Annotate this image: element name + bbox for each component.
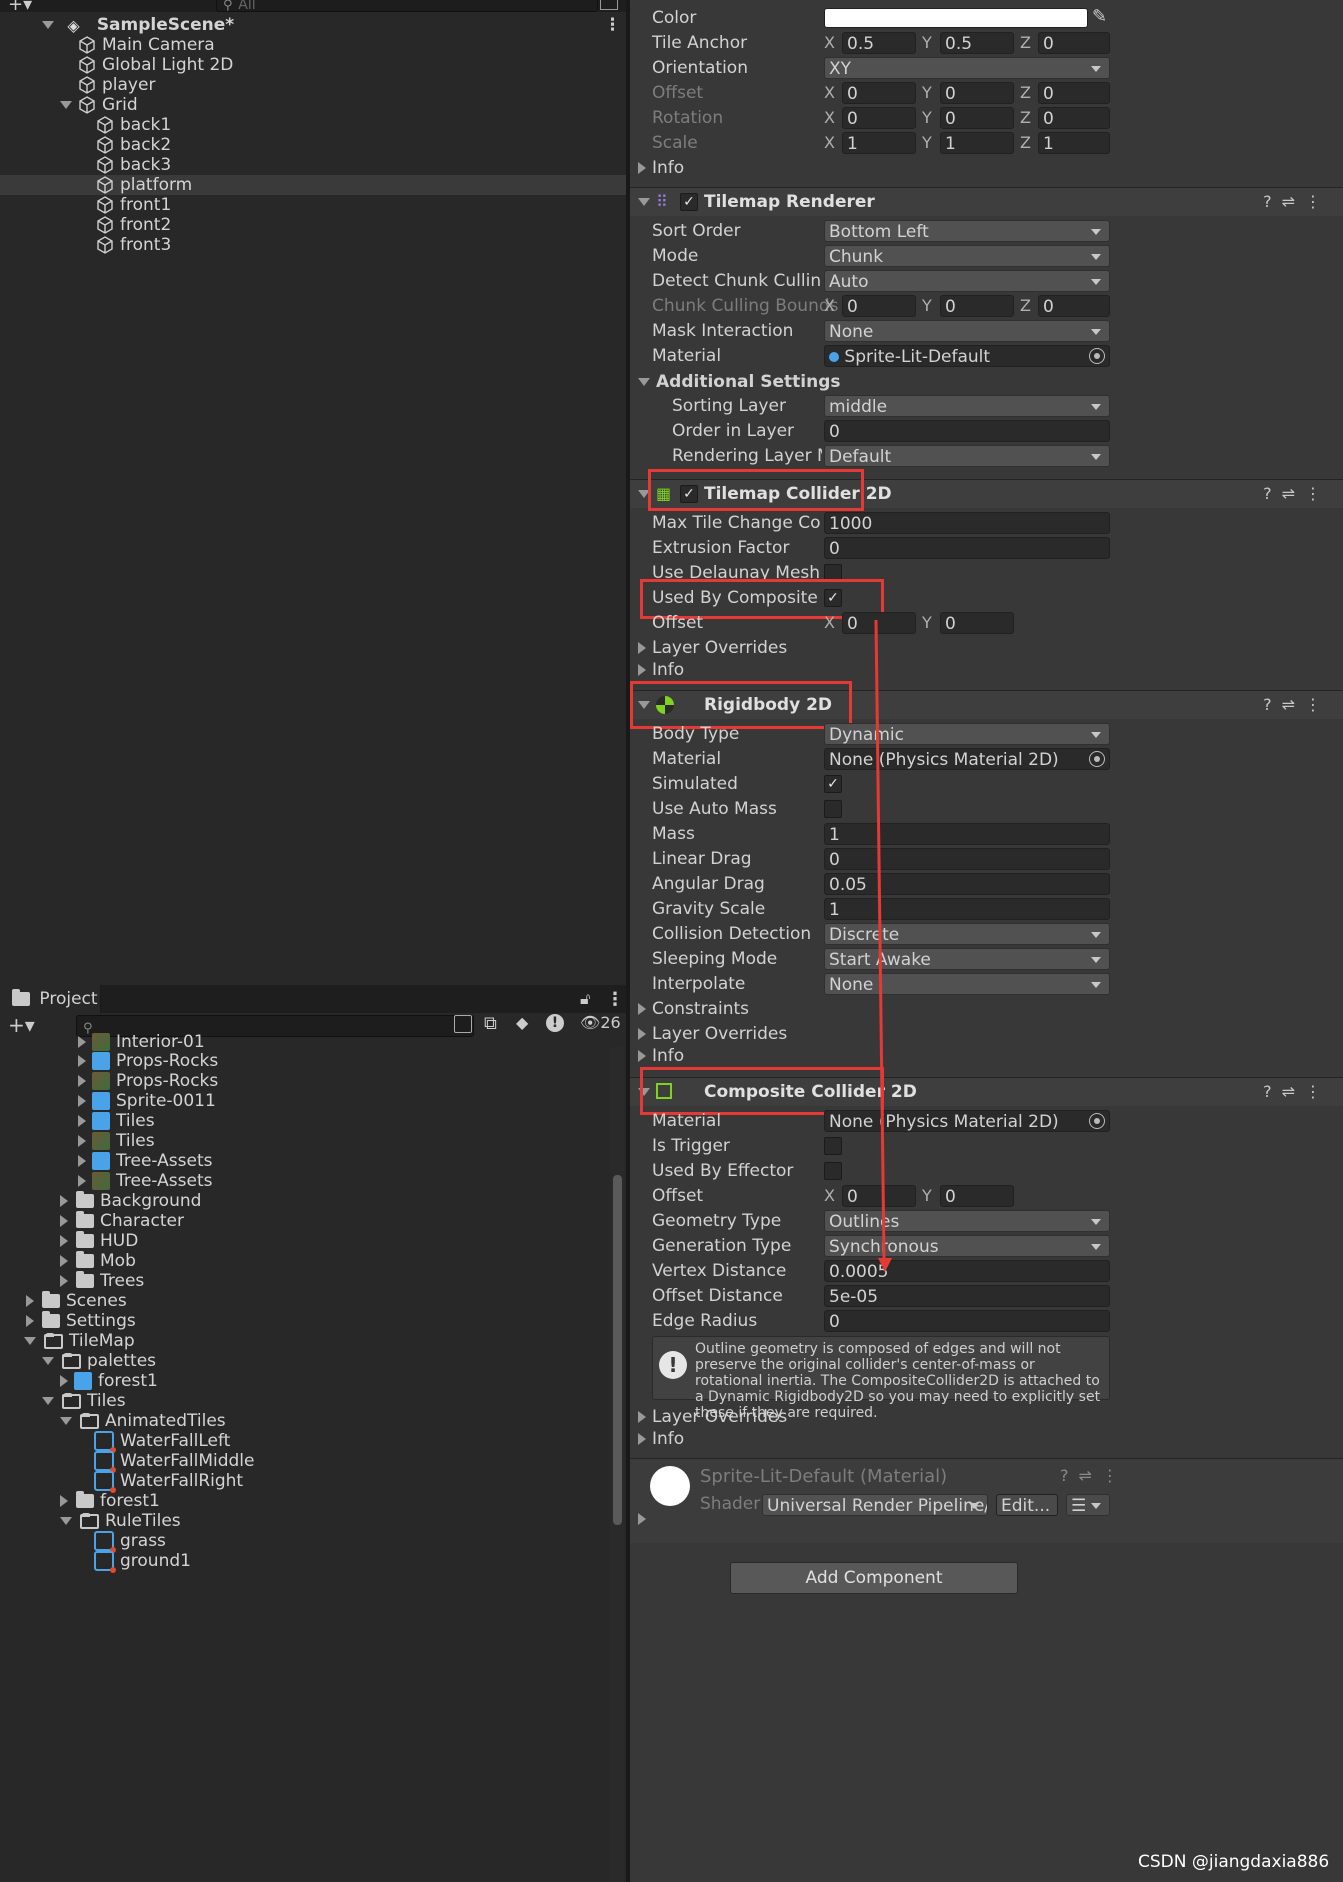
arrow-line [874, 619, 886, 1259]
annotation-arrow [874, 619, 892, 1272]
watermark: CSDN @jiangdaxia886 [1138, 1852, 1330, 1872]
arrow-head [878, 1258, 892, 1272]
